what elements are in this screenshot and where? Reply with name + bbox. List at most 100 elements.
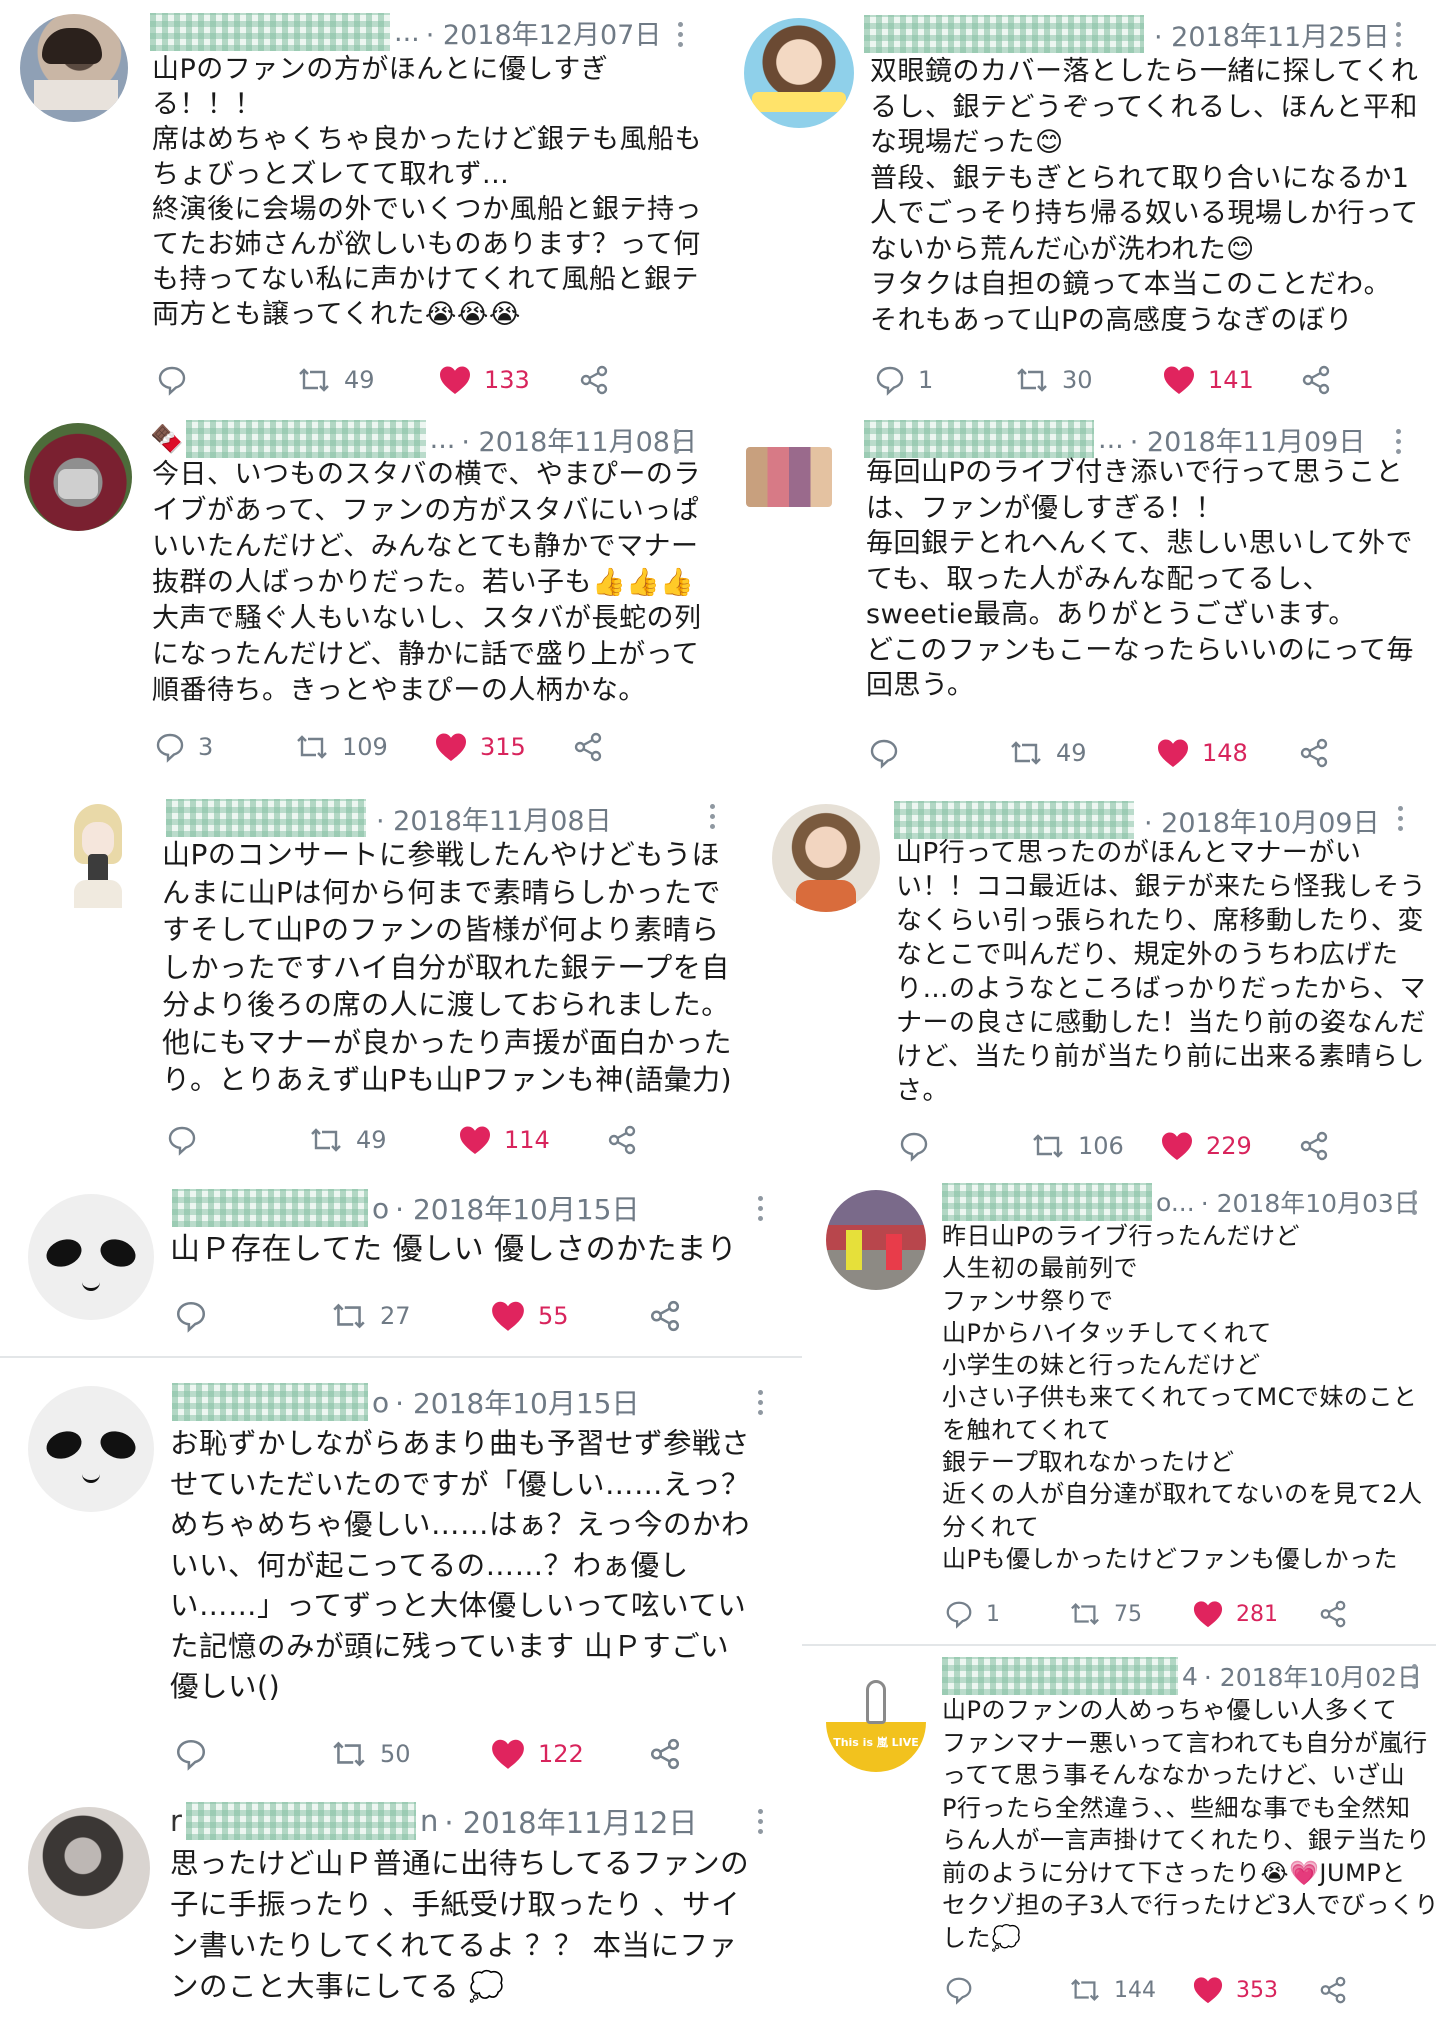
tweet[interactable]: This is 嵐 LIVE 4 · 2018年10月02日 山Pのファンの人め…: [802, 1650, 1436, 2021]
tweet[interactable]: ... · 2018年12月07日 山Pのファンの方がほんとに優しすぎ る！！！…: [0, 0, 718, 400]
reply-button[interactable]: 3: [154, 727, 213, 767]
more-options-icon[interactable]: [1394, 22, 1402, 50]
tweet-actions: 3 109 315: [152, 727, 672, 767]
more-options-icon[interactable]: [676, 22, 684, 50]
like-button[interactable]: 114: [458, 1120, 550, 1160]
like-count: 148: [1202, 739, 1248, 767]
user-avatar[interactable]: [826, 1190, 926, 1290]
user-avatar[interactable]: [746, 447, 832, 507]
share-button[interactable]: [1318, 1970, 1348, 2010]
retweet-button[interactable]: 49: [308, 1120, 387, 1160]
user-avatar[interactable]: [24, 423, 132, 531]
username-redacted[interactable]: [942, 1657, 1178, 1695]
share-button[interactable]: [648, 1296, 682, 1336]
retweet-count: 50: [380, 1740, 411, 1768]
like-button[interactable]: 353: [1192, 1970, 1278, 2010]
share-button[interactable]: [572, 727, 604, 767]
tweet[interactable]: o · 2018年10月15日 山Ｐ存在してた 優しい 優しさのかたまり 27 …: [0, 1180, 802, 1355]
reply-button[interactable]: 1: [944, 1594, 1000, 1634]
tweet[interactable]: · 2018年11月25日 双眼鏡のカバー落としたら一緒に探してくれ るし、銀テ…: [718, 0, 1436, 400]
like-count: 122: [538, 1740, 584, 1768]
username-redacted[interactable]: [150, 13, 390, 51]
tweet[interactable]: 🍫 ... · 2018年11月08日 今日、いつものスタバの横で、やまぴーのラ…: [0, 405, 718, 775]
share-button[interactable]: [1318, 1594, 1348, 1634]
username-redacted[interactable]: [864, 420, 1094, 458]
like-button[interactable]: 148: [1156, 733, 1248, 773]
retweet-button[interactable]: 75: [1068, 1594, 1142, 1634]
like-button[interactable]: 55: [490, 1296, 569, 1336]
user-avatar[interactable]: This is 嵐 LIVE: [826, 1672, 926, 1772]
tweet-date: · 2018年11月12日: [444, 1806, 698, 1840]
like-button[interactable]: 315: [434, 727, 526, 767]
more-options-icon[interactable]: [672, 429, 680, 457]
username-redacted[interactable]: [894, 801, 1134, 839]
heart-icon: [1193, 1977, 1223, 2004]
tweet[interactable]: r n · 2018年11月12日 思ったけど山Ｐ普通に出待ちしてるファンの 子…: [0, 1795, 802, 2021]
share-button[interactable]: [1298, 733, 1330, 773]
retweet-button[interactable]: 49: [296, 360, 375, 400]
share-button[interactable]: [606, 1120, 638, 1160]
retweet-count: 49: [344, 366, 375, 394]
like-button[interactable]: 229: [1160, 1126, 1252, 1166]
username-suffix: ...: [394, 16, 420, 48]
reply-button[interactable]: [944, 1970, 986, 2010]
user-avatar[interactable]: [28, 1194, 154, 1320]
more-options-icon[interactable]: [1410, 1190, 1418, 1218]
username-redacted[interactable]: [172, 1383, 368, 1421]
like-button[interactable]: 133: [438, 360, 530, 400]
reply-button[interactable]: [156, 360, 200, 400]
user-avatar[interactable]: [744, 18, 854, 128]
user-avatar[interactable]: [772, 804, 880, 912]
username-redacted[interactable]: [864, 15, 1144, 53]
user-avatar[interactable]: [20, 14, 128, 122]
tweet[interactable]: o... · 2018年10月03日 昨日山Pのライブ行ったんだけど 人生初の最…: [802, 1180, 1436, 1650]
tweet[interactable]: · 2018年11月08日 山Pのコンサートに参戦したんやけどもうほ んまに山P…: [0, 790, 750, 1170]
username-redacted[interactable]: [185, 1802, 416, 1840]
more-options-icon[interactable]: [1396, 806, 1404, 834]
retweet-button[interactable]: 109: [294, 727, 388, 767]
retweet-button[interactable]: 27: [330, 1296, 411, 1336]
username-suffix: o: [372, 1385, 390, 1419]
more-options-icon[interactable]: [1410, 1664, 1418, 1692]
retweet-button[interactable]: 49: [1008, 733, 1087, 773]
more-options-icon[interactable]: [756, 1809, 764, 1837]
reply-button[interactable]: 1: [874, 360, 933, 400]
user-avatar[interactable]: [28, 1386, 154, 1512]
reply-button[interactable]: [868, 733, 912, 773]
reply-icon: [870, 739, 898, 769]
more-options-icon[interactable]: [708, 804, 716, 832]
reply-button[interactable]: [166, 1120, 210, 1160]
more-options-icon[interactable]: [756, 1196, 764, 1224]
like-button[interactable]: 281: [1192, 1594, 1278, 1634]
tweet-text: 山Pのコンサートに参戦したんやけどもうほ んまに山Pは何から何まで素晴らしかった…: [162, 838, 733, 1096]
tweet[interactable]: ... · 2018年11月09日 毎回山Pのライブ付き添いで行って思うこと は…: [718, 405, 1436, 775]
user-avatar[interactable]: [44, 800, 152, 908]
reply-button[interactable]: [898, 1126, 942, 1166]
tweet-date: · 2018年10月09日: [1144, 807, 1380, 839]
heart-icon: [1162, 1132, 1192, 1160]
reply-button[interactable]: [174, 1734, 220, 1774]
like-button[interactable]: 141: [1162, 360, 1254, 400]
share-button[interactable]: [578, 360, 610, 400]
username-redacted[interactable]: [185, 420, 426, 458]
retweet-button[interactable]: 50: [330, 1734, 411, 1774]
username-redacted[interactable]: [166, 799, 366, 837]
like-button[interactable]: 122: [490, 1734, 584, 1774]
more-options-icon[interactable]: [1394, 429, 1402, 457]
username-redacted[interactable]: [172, 1189, 368, 1227]
retweet-button[interactable]: 30: [1014, 360, 1093, 400]
share-button[interactable]: [1298, 1126, 1330, 1166]
tweet[interactable]: o · 2018年10月15日 お恥ずかしながらあまり曲も予習せず参戦さ せてい…: [0, 1370, 802, 1800]
share-icon: [1302, 365, 1330, 395]
retweet-button[interactable]: 144: [1068, 1970, 1156, 2010]
reply-button[interactable]: [174, 1296, 220, 1336]
username-redacted[interactable]: [942, 1183, 1152, 1221]
user-avatar[interactable]: [28, 1807, 150, 1929]
share-icon: [1320, 1600, 1346, 1628]
tweet[interactable]: · 2018年10月09日 山P行って思ったのがほんとマナーがい い！！ココ最近…: [750, 790, 1436, 1170]
share-button[interactable]: [1300, 360, 1332, 400]
more-options-icon[interactable]: [756, 1390, 764, 1418]
share-button[interactable]: [648, 1734, 682, 1774]
retweet-button[interactable]: 106: [1030, 1126, 1124, 1166]
share-icon: [650, 1300, 680, 1332]
